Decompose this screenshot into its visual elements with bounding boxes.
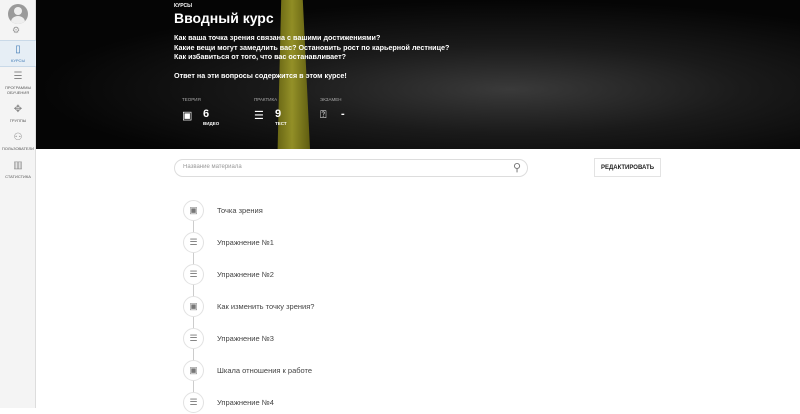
description-line: Ответ на эти вопросы содержится в этом к… [174,71,347,81]
stat-sub: ВИДЕО [203,121,220,126]
video-icon: ▣ [182,110,193,122]
search-field: ⚲ [174,159,528,177]
video-icon: ▣ [183,296,204,317]
test-icon: ☰ [183,232,204,253]
test-icon: ☰ [183,392,204,413]
sidebar-item-groups[interactable]: ✥ ГРУППЫ [0,104,36,123]
users-icon: ⚇ [13,132,23,143]
sidebar-item-programs[interactable]: ☰ ПРОГРАММЫ ОБУЧЕНИЯ [0,71,36,95]
material-name[interactable]: Упражнение №2 [217,270,274,279]
stat-sub: ТЕСТ [275,121,287,126]
video-icon: ▣ [183,360,204,381]
stat-label: ПРАКТИКА [254,97,278,102]
exam-icon: ⍰ [320,109,327,121]
stat-value: 9 [275,108,282,120]
description-line: Как ваша точка зрения связана с вашими д… [174,33,381,42]
description-line: Какие вещи могут замедлить вас? Останови… [174,42,450,52]
material-name[interactable]: Упражнение №1 [217,238,274,247]
sidebar-item-statistics[interactable]: ▥ СТАТИСТИКА [0,160,36,179]
sidebar-item-label: СТАТИСТИКА [5,174,31,179]
description-line [174,62,449,72]
gear-icon[interactable]: ⚙ [12,25,20,36]
sidebar-item-label: ПОЛЬЗОВАТЕЛИ [1,146,35,151]
stat-value: - [341,108,345,120]
avatar[interactable] [8,4,28,24]
page-title: Вводный курс [174,10,274,26]
stat-label: ТЕОРИЯ [182,97,201,102]
test-list-icon: ☰ [254,110,264,122]
material-name[interactable]: Упражнение №4 [217,398,274,407]
course-icon: ▯ [15,44,21,55]
stat-practice: ПРАКТИКА ☰ 9 ТЕСТ [254,97,287,126]
material-name[interactable]: Упражнение №3 [217,334,274,343]
material-name[interactable]: Точка зрения [217,206,263,215]
test-icon: ☰ [183,328,204,349]
stat-theory: ТЕОРИЯ ▣ 6 ВИДЕО [182,97,219,126]
search-icon[interactable]: ⚲ [513,161,521,174]
description-line: Как избавиться от того, что вас останавл… [174,52,346,62]
programs-icon: ☰ [13,71,23,82]
test-icon: ☰ [183,264,204,285]
material-name[interactable]: Шкала отношения к работе [217,366,312,375]
material-name[interactable]: Как изменить точку зрения? [217,302,314,311]
stat-exam: ЭКЗАМЕН ⍰ - [320,97,345,121]
stat-value: 6 [203,108,210,120]
breadcrumb[interactable]: КУРСЫ [174,3,192,9]
sidebar-item-courses[interactable]: ▯ КУРСЫ [0,40,36,67]
course-description: Как ваша точка зрения связана с вашими д… [174,33,449,81]
sidebar: ⚙ ▯ КУРСЫ ☰ ПРОГРАММЫ ОБУЧЕНИЯ ✥ ГРУППЫ ⚇ ПО… [0,0,36,408]
sidebar-item-label: ПРОГРАММЫ ОБУЧЕНИЯ [4,85,31,95]
edit-button[interactable]: РЕДАКТИРОВАТЬ [594,158,661,177]
stat-label: ЭКЗАМЕН [320,97,342,102]
sidebar-item-label: КУРСЫ [11,58,25,63]
video-icon: ▣ [183,200,204,221]
sidebar-item-label: ГРУППЫ [9,118,27,123]
groups-icon: ✥ [13,104,23,115]
stats-icon: ▥ [13,160,23,171]
sidebar-item-users[interactable]: ⚇ ПОЛЬЗОВАТЕЛИ [0,132,36,151]
search-input[interactable] [183,164,503,170]
